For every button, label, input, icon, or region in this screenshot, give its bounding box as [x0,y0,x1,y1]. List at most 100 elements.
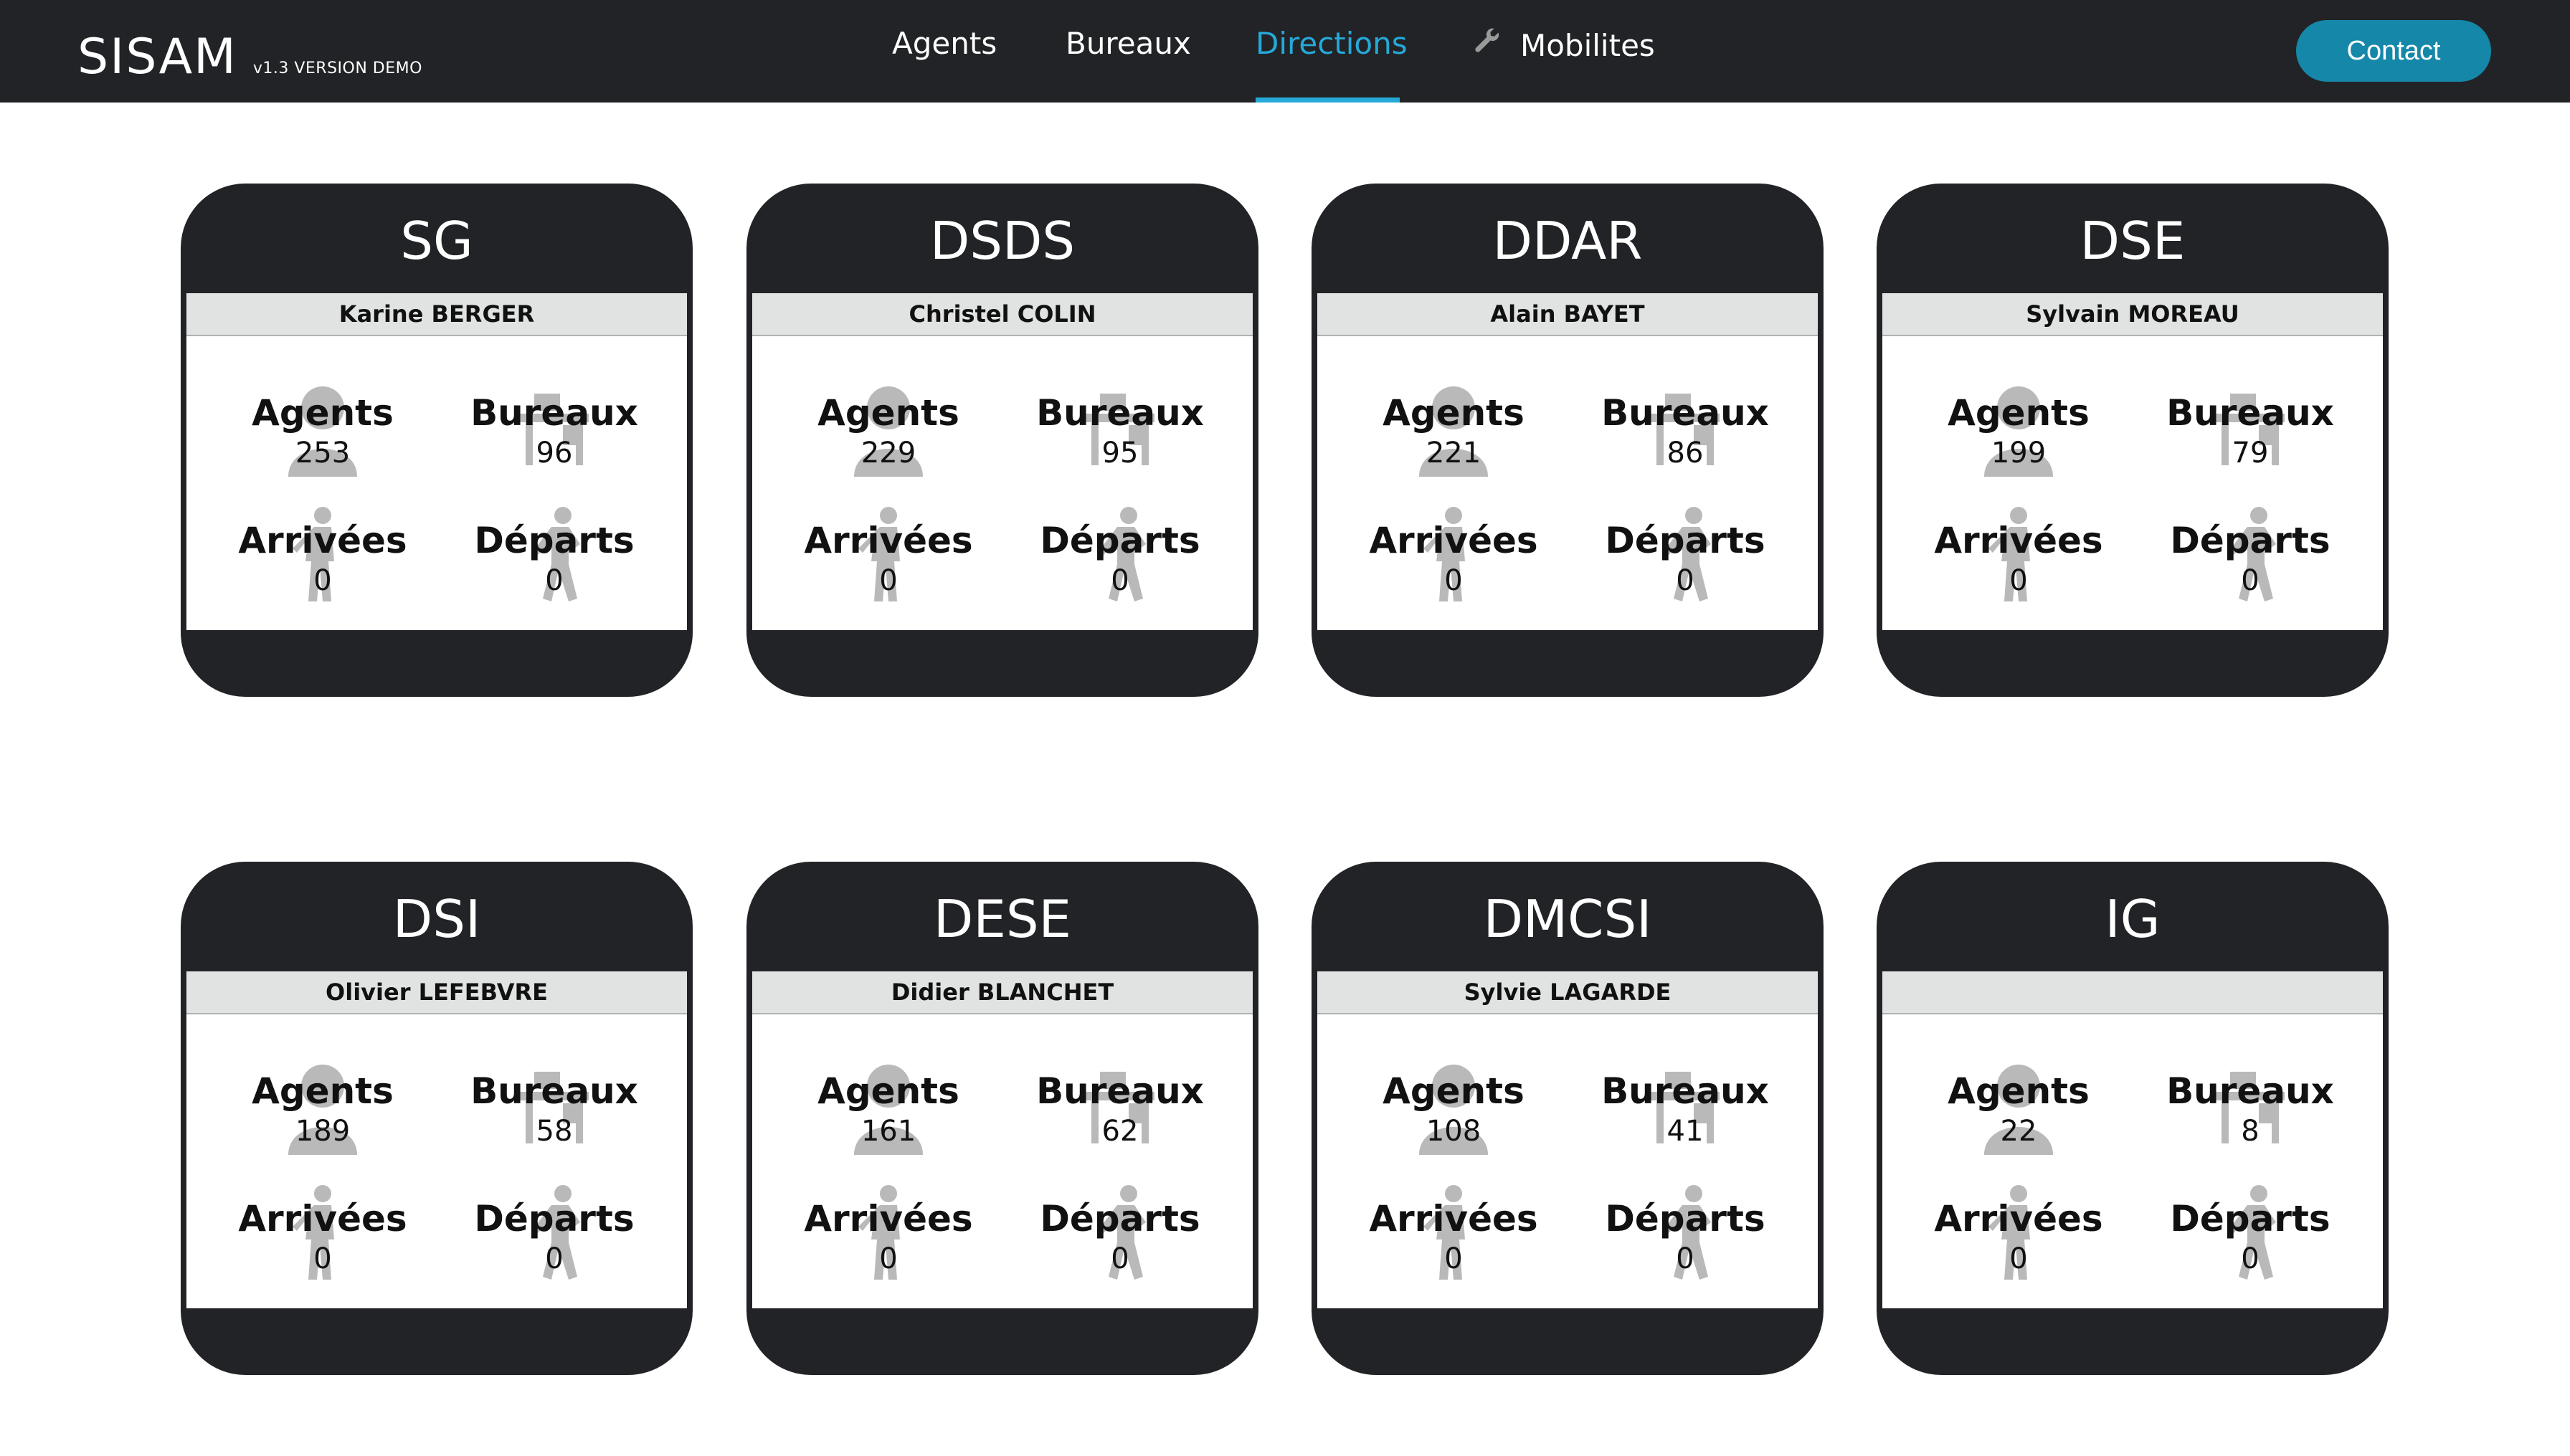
stat-label: Arrivées [804,520,973,561]
stat-arrivees: Arrivées 0 [1925,491,2112,606]
direction-chief: Sylvain MOREAU [1882,293,2383,336]
direction-code: IG [2105,888,2161,949]
direction-code: DSDS [929,210,1076,271]
stat-value: 0 [879,564,898,597]
direction-code: DMCSI [1483,888,1652,949]
stat-label: Bureaux [470,1070,638,1112]
stat-value: 0 [2241,1242,2260,1275]
direction-card-ig[interactable]: IG Agents 22 Bureaux 8 Arrivées 0 Départs 0 [1877,862,2389,1375]
stat-value: 229 [860,437,916,470]
stat-departs: Départs 0 [1027,1169,1213,1284]
stat-value: 96 [536,437,573,470]
stat-arrivees: Arrivées 0 [229,491,416,606]
stat-value: 0 [2241,564,2260,597]
direction-stats: Agents 253 Bureaux 96 Arrivées 0 Départs 0 [186,336,687,630]
stat-label: Bureaux [470,392,638,434]
nav-bureaux[interactable]: Bureaux [1066,26,1191,61]
stat-label: Arrivées [1369,1198,1538,1239]
stat-label: Départs [474,520,635,561]
direction-card-dse[interactable]: DSE Sylvain MOREAU Agents 199 Bureaux 79 Arriv… [1877,184,2389,697]
contact-button[interactable]: Contact [2296,20,2491,82]
nav-mobilites-label: Mobilites [1520,28,1655,63]
stat-label: Agents [252,392,394,434]
stat-value: 62 [1101,1115,1139,1148]
stat-value: 8 [2241,1115,2260,1148]
stat-departs: Départs 0 [2157,1169,2343,1284]
stat-value: 0 [313,1242,332,1275]
direction-code: SG [400,210,473,271]
direction-card-dmcsi[interactable]: DMCSI Sylvie LAGARDE Agents 108 Bureaux 41 Arr… [1312,862,1824,1375]
stat-agents: Agents 22 [1925,1042,2112,1156]
stat-agents: Agents 221 [1360,363,1547,478]
stat-value: 0 [545,564,564,597]
stat-label: Arrivées [1934,1198,2103,1239]
stat-arrivees: Arrivées 0 [795,491,982,606]
stat-label: Agents [817,392,959,434]
direction-stats: Agents 199 Bureaux 79 Arrivées 0 Départs 0 [1882,336,2383,630]
direction-card-ddar[interactable]: DDAR Alain BAYET Agents 221 Bureaux 86 Arrivée… [1312,184,1824,697]
stat-agents: Agents 229 [795,363,982,478]
nav-mobilites[interactable]: Mobilites [1470,26,1655,63]
direction-card-dese[interactable]: DESE Didier BLANCHET Agents 161 Bureaux 62 Arr… [746,862,1258,1375]
direction-chief: Didier BLANCHET [752,971,1253,1014]
stat-departs: Départs 0 [2157,491,2343,606]
nav-directions[interactable]: Directions [1256,26,1408,61]
stat-value: 0 [1676,1242,1694,1275]
stat-label: Départs [474,1198,635,1239]
stat-label: Arrivées [1934,520,2103,561]
direction-chief: Olivier LEFEBVRE [186,971,687,1014]
stat-value: 221 [1426,437,1481,470]
stat-value: 0 [2009,564,2028,597]
stat-value: 79 [2232,437,2269,470]
stat-departs: Départs 0 [1027,491,1213,606]
stat-label: Bureaux [1036,1070,1204,1112]
stat-label: Agents [1948,1070,2090,1112]
direction-stats: Agents 22 Bureaux 8 Arrivées 0 Départs 0 [1882,1014,2383,1308]
stat-value: 0 [879,1242,898,1275]
stat-departs: Départs 0 [461,491,648,606]
stat-bureaux: Bureaux 62 [1027,1042,1213,1156]
direction-stats: Agents 229 Bureaux 95 Arrivées 0 Départs 0 [752,336,1253,630]
active-tab-indicator [1256,97,1400,103]
direction-stats: Agents 161 Bureaux 62 Arrivées 0 Départs 0 [752,1014,1253,1308]
stat-bureaux: Bureaux 95 [1027,363,1213,478]
stat-label: Agents [1383,1070,1525,1112]
stat-label: Bureaux [1601,1070,1769,1112]
stat-value: 108 [1426,1115,1481,1148]
stat-label: Départs [2170,1198,2330,1239]
stat-label: Arrivées [238,520,407,561]
stat-value: 253 [295,437,351,470]
stat-label: Arrivées [238,1198,407,1239]
stat-value: 0 [2009,1242,2028,1275]
stat-value: 199 [1991,437,2047,470]
stat-bureaux: Bureaux 8 [2157,1042,2343,1156]
direction-stats: Agents 189 Bureaux 58 Arrivées 0 Départs 0 [186,1014,687,1308]
stat-value: 189 [295,1115,351,1148]
stat-arrivees: Arrivées 0 [1925,1169,2112,1284]
direction-chief [1882,971,2383,1014]
direction-card-sg[interactable]: SG Karine BERGER Agents 253 Bureaux 96 Arrivée… [181,184,693,697]
stat-value: 0 [1444,564,1463,597]
stat-label: Bureaux [2166,392,2334,434]
direction-card-dsi[interactable]: DSI Olivier LEFEBVRE Agents 189 Bureaux 58 Arr… [181,862,693,1375]
stat-label: Agents [1948,392,2090,434]
stat-bureaux: Bureaux 58 [461,1042,648,1156]
stat-label: Départs [2170,520,2330,561]
stat-departs: Départs 0 [1592,491,1778,606]
stat-value: 0 [1111,564,1129,597]
stat-arrivees: Arrivées 0 [795,1169,982,1284]
stat-label: Bureaux [1601,392,1769,434]
stat-label: Départs [1040,520,1200,561]
direction-chief: Karine BERGER [186,293,687,336]
stat-label: Arrivées [1369,520,1538,561]
stat-label: Agents [1383,392,1525,434]
direction-chief: Christel COLIN [752,293,1253,336]
direction-card-dsds[interactable]: DSDS Christel COLIN Agents 229 Bureaux 95 Arri… [746,184,1258,697]
stat-agents: Agents 199 [1925,363,2112,478]
stat-label: Arrivées [804,1198,973,1239]
stat-value: 0 [313,564,332,597]
nav-agents[interactable]: Agents [892,26,997,61]
direction-chief: Alain BAYET [1317,293,1818,336]
direction-stats: Agents 108 Bureaux 41 Arrivées 0 Départs 0 [1317,1014,1818,1308]
stat-bureaux: Bureaux 79 [2157,363,2343,478]
